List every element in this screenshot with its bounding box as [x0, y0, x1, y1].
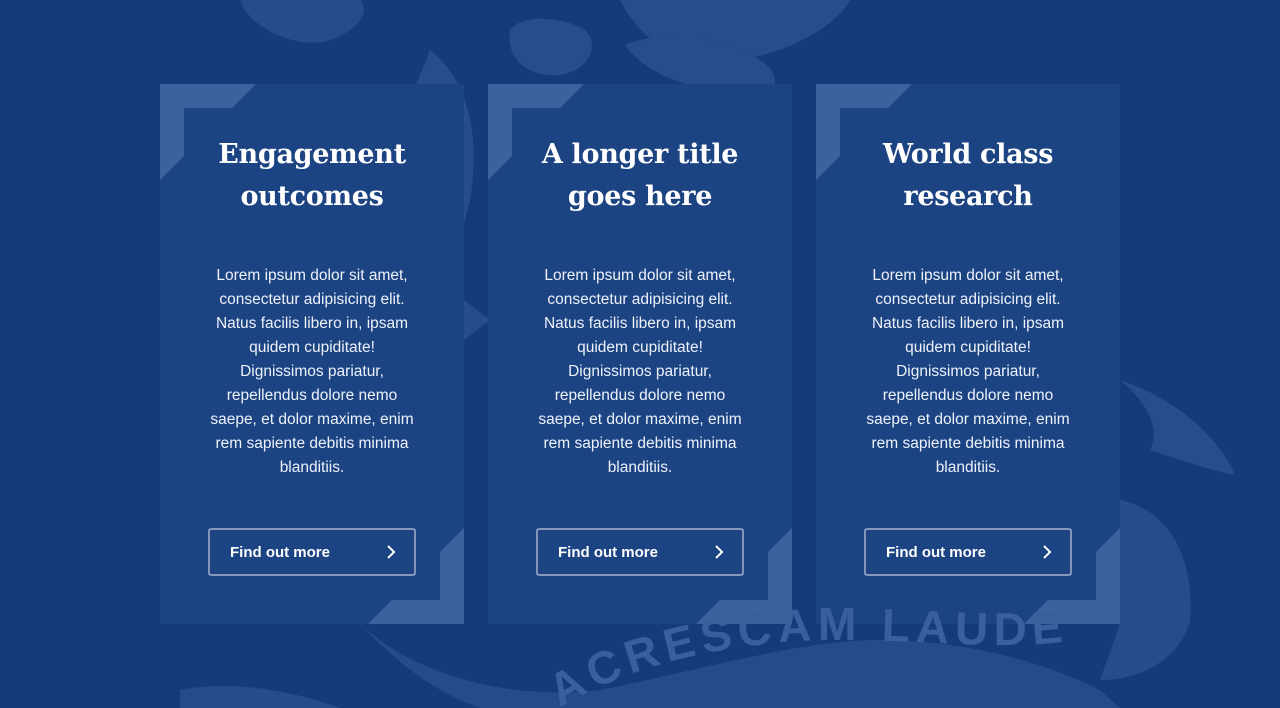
chevron-right-icon	[714, 544, 724, 560]
chevron-right-icon	[1042, 544, 1052, 560]
card-longer-title: A longer title goes here Lorem ipsum dol…	[488, 84, 792, 624]
button-label: Find out more	[886, 543, 986, 561]
card-title: A longer title goes here	[528, 134, 752, 218]
find-out-more-button[interactable]: Find out more	[536, 528, 744, 576]
card-title-line1: Engagement	[218, 139, 406, 170]
card-title-line1: A longer title	[541, 139, 739, 170]
card-body: Lorem ipsum dolor sit amet, consectetur …	[538, 267, 742, 476]
card-title-line2: outcomes	[240, 181, 384, 212]
card-title-line2: research	[903, 181, 1033, 212]
card-body: Lorem ipsum dolor sit amet, consectetur …	[210, 267, 414, 476]
find-out-more-button[interactable]: Find out more	[208, 528, 416, 576]
card-title: World class research	[856, 134, 1080, 218]
cards-row: Engagement outcomes Lorem ipsum dolor si…	[160, 84, 1120, 624]
card-title-line1: World class	[882, 139, 1054, 170]
chevron-right-icon	[386, 544, 396, 560]
button-label: Find out more	[230, 543, 330, 561]
find-out-more-button[interactable]: Find out more	[864, 528, 1072, 576]
card-title: Engagement outcomes	[200, 134, 424, 218]
card-title-line2: goes here	[567, 181, 713, 212]
card-body: Lorem ipsum dolor sit amet, consectetur …	[866, 267, 1070, 476]
button-label: Find out more	[558, 543, 658, 561]
card-engagement-outcomes: Engagement outcomes Lorem ipsum dolor si…	[160, 84, 464, 624]
card-world-class-research: World class research Lorem ipsum dolor s…	[816, 84, 1120, 624]
